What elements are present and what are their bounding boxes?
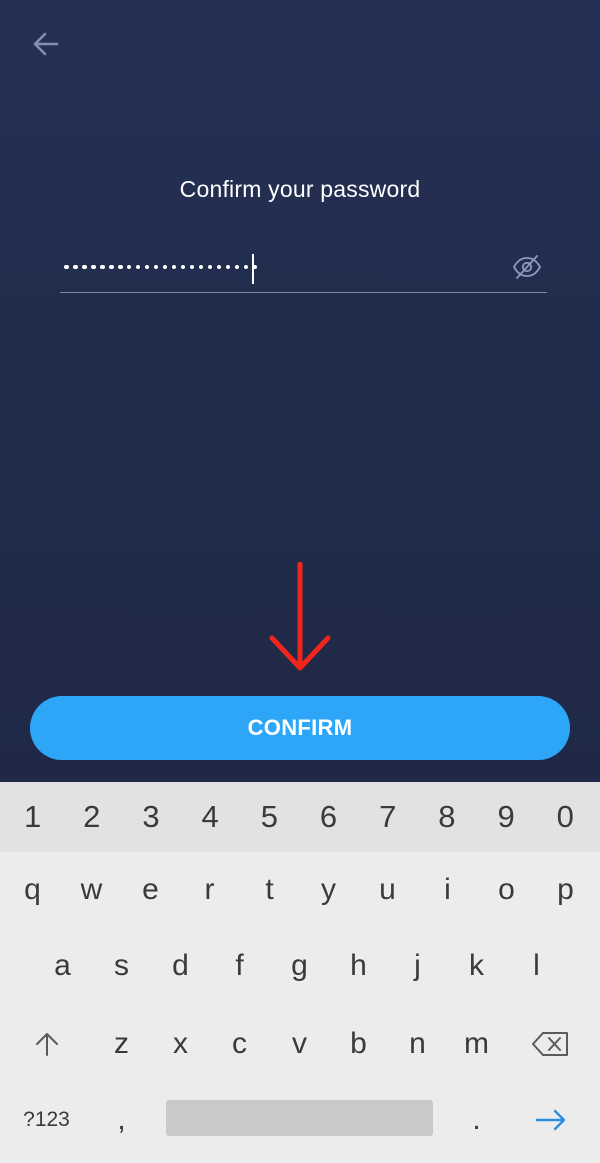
password-field[interactable] <box>60 244 547 293</box>
key-2[interactable]: 2 <box>62 799 121 835</box>
key-o[interactable]: o <box>477 852 536 928</box>
password-confirm-screen: Confirm your password CONFIRM <box>0 0 600 782</box>
key-k[interactable]: k <box>447 928 506 1004</box>
key-u[interactable]: u <box>358 852 417 928</box>
symbols-key[interactable]: ?123 <box>17 1082 76 1158</box>
space-bar[interactable] <box>166 1100 433 1136</box>
key-period[interactable]: . <box>447 1082 506 1158</box>
keyboard-row-4: ?123 , . <box>0 1082 600 1158</box>
key-h[interactable]: h <box>329 928 388 1004</box>
confirm-button[interactable]: CONFIRM <box>30 696 570 760</box>
keyboard-number-row: 1 2 3 4 5 6 7 8 9 0 <box>0 782 600 852</box>
key-1[interactable]: 1 <box>3 799 62 835</box>
key-m[interactable]: m <box>447 1006 506 1082</box>
key-e[interactable]: e <box>121 852 180 928</box>
key-5[interactable]: 5 <box>240 799 299 835</box>
backspace-icon <box>531 1032 568 1056</box>
key-6[interactable]: 6 <box>299 799 358 835</box>
key-4[interactable]: 4 <box>181 799 240 835</box>
enter-key[interactable] <box>521 1082 580 1158</box>
shift-key[interactable] <box>17 1006 76 1082</box>
key-w[interactable]: w <box>62 852 121 928</box>
key-t[interactable]: t <box>240 852 299 928</box>
password-mask <box>64 262 258 272</box>
key-z[interactable]: z <box>92 1006 151 1082</box>
text-caret <box>252 254 254 284</box>
keyboard-row-3: z x c v b n m <box>0 1006 600 1082</box>
key-l[interactable]: l <box>507 928 566 1004</box>
red-down-arrow-icon <box>268 561 332 674</box>
keyboard-row-2: a s d f g h j k l <box>0 928 600 1004</box>
page-title: Confirm your password <box>179 176 421 202</box>
key-i[interactable]: i <box>418 852 477 928</box>
toggle-visibility-button[interactable] <box>511 254 543 284</box>
enter-arrow-icon <box>535 1109 565 1131</box>
key-r[interactable]: r <box>180 852 239 928</box>
key-3[interactable]: 3 <box>121 799 180 835</box>
soft-keyboard: 1 2 3 4 5 6 7 8 9 0 q w e r t y u i o p … <box>0 782 600 1163</box>
key-g[interactable]: g <box>270 928 329 1004</box>
key-y[interactable]: y <box>299 852 358 928</box>
key-f[interactable]: f <box>210 928 269 1004</box>
key-d[interactable]: d <box>151 928 210 1004</box>
back-button[interactable] <box>26 26 66 66</box>
key-b[interactable]: b <box>329 1006 388 1082</box>
key-n[interactable]: n <box>388 1006 447 1082</box>
key-7[interactable]: 7 <box>358 799 417 835</box>
key-j[interactable]: j <box>388 928 447 1004</box>
key-8[interactable]: 8 <box>417 799 476 835</box>
key-comma[interactable]: , <box>92 1082 151 1158</box>
key-s[interactable]: s <box>92 928 151 1004</box>
key-0[interactable]: 0 <box>536 799 595 835</box>
key-x[interactable]: x <box>151 1006 210 1082</box>
key-q[interactable]: q <box>3 852 62 928</box>
shift-arrow-icon <box>35 1033 58 1056</box>
key-c[interactable]: c <box>210 1006 269 1082</box>
backspace-key[interactable] <box>521 1006 580 1082</box>
key-p[interactable]: p <box>536 852 595 928</box>
eye-off-icon <box>512 254 542 285</box>
key-9[interactable]: 9 <box>477 799 536 835</box>
arrow-left-icon <box>31 29 61 64</box>
key-a[interactable]: a <box>33 928 92 1004</box>
key-v[interactable]: v <box>270 1006 329 1082</box>
keyboard-row-1: q w e r t y u i o p <box>0 852 600 928</box>
